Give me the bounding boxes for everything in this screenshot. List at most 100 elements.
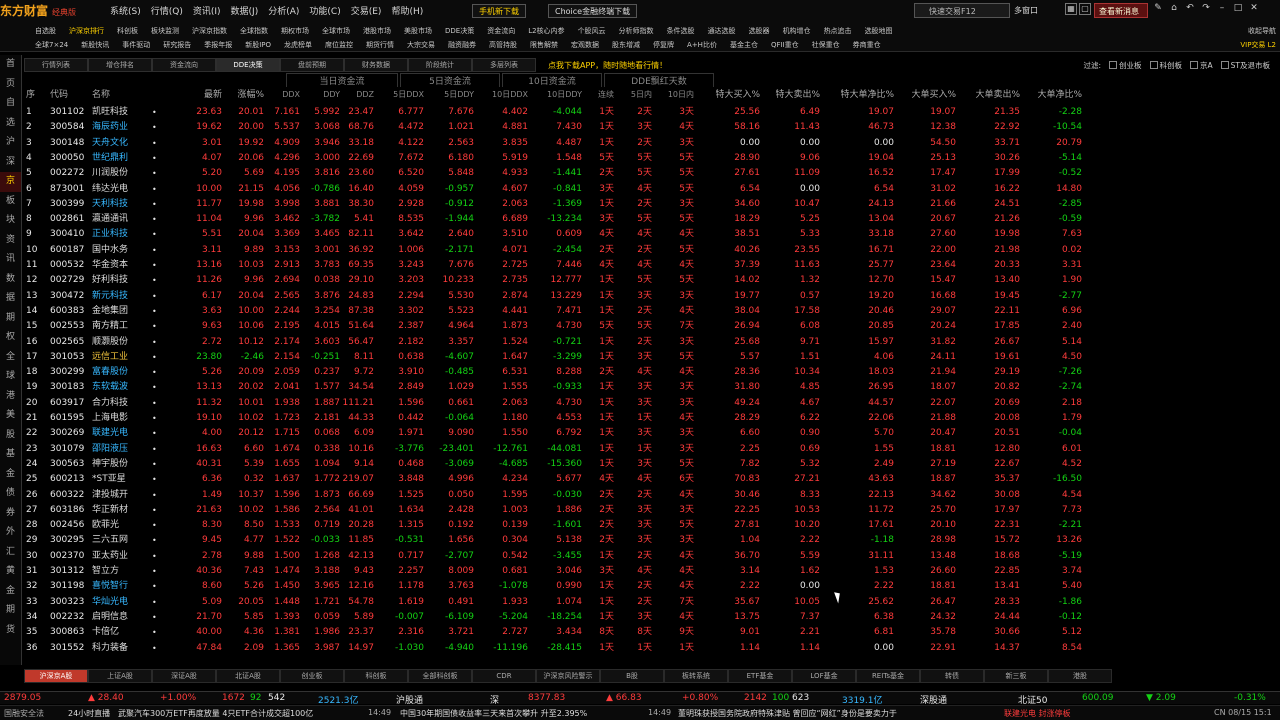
subnav-item[interactable]: L2核心内参 [528, 26, 564, 38]
cell-code[interactable]: 301079 [50, 442, 90, 457]
subnav-item[interactable]: 热点追击 [824, 26, 852, 38]
table-row[interactable]: 2 300584 海辰药业 • 19.62 20.00 5.537 3.068 68.76 4.4… [24, 120, 1280, 135]
subnav-item[interactable]: 新股快讯 [81, 40, 109, 52]
back-icon[interactable]: ↶ [1182, 3, 1198, 17]
multi-window-button[interactable]: 多窗口 [1010, 3, 1058, 18]
sidebar-item[interactable]: 期 [0, 601, 21, 621]
sidebar-item[interactable]: 金 [0, 582, 21, 602]
subnav-item[interactable]: 社保重仓 [812, 40, 840, 52]
filter-checkbox[interactable]: 科创板 [1149, 60, 1182, 71]
checkbox-icon[interactable] [1149, 61, 1158, 69]
checkbox-icon[interactable] [1109, 61, 1118, 69]
cell-name[interactable]: 天利科技 [92, 197, 140, 212]
subnav-item[interactable]: 大宗交易 [407, 40, 435, 52]
cell-code[interactable]: 301198 [50, 579, 90, 594]
cell-name[interactable]: 华金资本 [92, 258, 140, 273]
column-header[interactable]: 大单卖出% [964, 85, 1020, 105]
cell-code[interactable]: 301102 [50, 105, 90, 120]
cell-name[interactable]: 瀛通通讯 [92, 212, 140, 227]
cell-code[interactable]: 300323 [50, 595, 90, 610]
table-row[interactable]: 33 300323 华灿光电 • 5.09 20.05 1.448 1.721 54.78 1.6… [24, 595, 1280, 610]
home-icon[interactable]: ⌂ [1166, 3, 1182, 17]
sidebar-item[interactable]: 选 [0, 114, 21, 134]
cell-code[interactable]: 300183 [50, 380, 90, 395]
cell-code[interactable]: 300269 [50, 426, 90, 441]
subnav-item[interactable]: QFII重仓 [771, 40, 799, 52]
cell-name[interactable]: 天舟文化 [92, 136, 140, 151]
market-tab[interactable]: 转债 [920, 669, 984, 683]
cell-name[interactable]: 世纪鼎利 [92, 151, 140, 166]
menu-item[interactable]: 分析(A) [268, 4, 299, 18]
subnav-item[interactable]: 美股市场 [404, 26, 432, 38]
market-tab[interactable]: 上证A股 [88, 669, 152, 683]
column-header[interactable]: 5日内 [620, 85, 652, 105]
cell-name[interactable]: 新元科技 [92, 289, 140, 304]
cell-code[interactable]: 002232 [50, 610, 90, 625]
market-tab[interactable]: 沪深京风险警示 [536, 669, 600, 683]
vip-trade-button[interactable]: VIP交易 L2 [1240, 40, 1276, 50]
cell-code[interactable]: 300563 [50, 457, 90, 472]
cell-name[interactable]: 南方精工 [92, 319, 140, 334]
subnav-item[interactable]: 高管持股 [489, 40, 517, 52]
table-row[interactable]: 17 301053 远信工业 • 23.80 -2.46 2.154 -0.251 8.11 0.… [24, 350, 1280, 365]
live-news-button[interactable]: 24小时直播 [68, 708, 110, 719]
table-row[interactable]: 15 002553 南方精工 • 9.63 10.06 2.195 4.015 51.64 2.3… [24, 319, 1280, 334]
table-row[interactable]: 14 600383 金地集团 • 3.63 10.00 2.244 3.254 87.38 3.3… [24, 304, 1280, 319]
column-header[interactable]: 10日内 [656, 85, 694, 105]
cell-code[interactable]: 873001 [50, 182, 90, 197]
subnav-item[interactable]: 停复牌 [653, 40, 674, 52]
tab-7[interactable]: 多层列表 [472, 58, 536, 72]
market-tab[interactable]: CDR [472, 669, 536, 683]
subnav-item[interactable]: 通达选股 [708, 26, 736, 38]
new-message-button[interactable]: 查看新消息 [1094, 3, 1148, 18]
cell-name[interactable]: 富春股份 [92, 365, 140, 380]
cell-name[interactable]: 国中水务 [92, 243, 140, 258]
market-tab[interactable]: 全部科创板 [408, 669, 472, 683]
subnav-item[interactable]: 基金主仓 [730, 40, 758, 52]
column-header[interactable]: 特大买入% [714, 85, 760, 105]
table-row[interactable]: 36 301552 科力装备 • 47.84 2.09 1.365 3.987 14.97 -1.… [24, 641, 1280, 656]
column-header[interactable]: 涨幅% [224, 85, 264, 105]
subnav-item[interactable]: 机构增仓 [783, 26, 811, 38]
sidebar-item[interactable]: 深 [0, 153, 21, 173]
subnav-item[interactable]: 期货行情 [366, 40, 394, 52]
stock-alert[interactable]: 联建光电 封涨停板 [1004, 708, 1071, 719]
cell-name[interactable]: 东软载波 [92, 380, 140, 395]
subnav-item[interactable]: 条件选股 [667, 26, 695, 38]
table-row[interactable]: 1 301102 凯旺科技 • 23.63 20.01 7.161 5.992 23.47 6.7… [24, 105, 1280, 120]
menu-item[interactable]: 行情(Q) [151, 4, 183, 18]
column-header[interactable]: 5日DDY [426, 85, 474, 105]
table-row[interactable]: 16 002565 顺灏股份 • 2.72 10.12 2.174 3.603 56.47 2.1… [24, 335, 1280, 350]
cell-code[interactable]: 600383 [50, 304, 90, 319]
subnav-item[interactable]: 龙虎榜单 [284, 40, 312, 52]
sidebar-item[interactable]: 港 [0, 387, 21, 407]
subnav-item[interactable]: 席位监控 [325, 40, 353, 52]
cell-name[interactable]: 卡倍亿 [92, 625, 140, 640]
cell-name[interactable]: 好利科技 [92, 273, 140, 288]
table-row[interactable]: 34 002232 启明信息 • 21.70 5.85 1.393 0.059 5.89 -0.0… [24, 610, 1280, 625]
subnav-item[interactable]: 港股市场 [363, 26, 391, 38]
subnav-item[interactable]: 季报年报 [204, 40, 232, 52]
cell-name[interactable]: 远信工业 [92, 350, 140, 365]
cell-code[interactable]: 002565 [50, 335, 90, 350]
subnav-item[interactable]: DDE决策 [445, 26, 474, 38]
sidebar-item[interactable]: 债 [0, 484, 21, 504]
menu-item[interactable]: 资讯(I) [193, 4, 221, 18]
sidebar-item[interactable]: 据 [0, 289, 21, 309]
table-row[interactable]: 10 600187 国中水务 • 3.11 9.89 3.153 3.001 36.92 1.00… [24, 243, 1280, 258]
cell-code[interactable]: 002272 [50, 166, 90, 181]
menu-item[interactable]: 系统(S) [110, 4, 141, 18]
cell-code[interactable]: 301312 [50, 564, 90, 579]
sidebar-item[interactable]: 京 [0, 172, 21, 192]
table-row[interactable]: 6 873001 纬达光电 • 10.00 21.15 4.056 -0.786 16.40 4.… [24, 182, 1280, 197]
cell-name[interactable]: 上海电影 [92, 411, 140, 426]
column-header[interactable]: 序 [26, 85, 40, 105]
subnav-item[interactable]: 选股地图 [865, 26, 893, 38]
market-tab[interactable]: LOF基金 [792, 669, 856, 683]
sidebar-item[interactable]: 数 [0, 270, 21, 290]
cell-name[interactable]: 欧菲光 [92, 518, 140, 533]
column-header[interactable]: DDZ [342, 85, 374, 105]
subnav-item[interactable]: 券商重仓 [853, 40, 881, 52]
market-tab[interactable]: 板转系统 [664, 669, 728, 683]
sidebar-item[interactable]: 全 [0, 348, 21, 368]
